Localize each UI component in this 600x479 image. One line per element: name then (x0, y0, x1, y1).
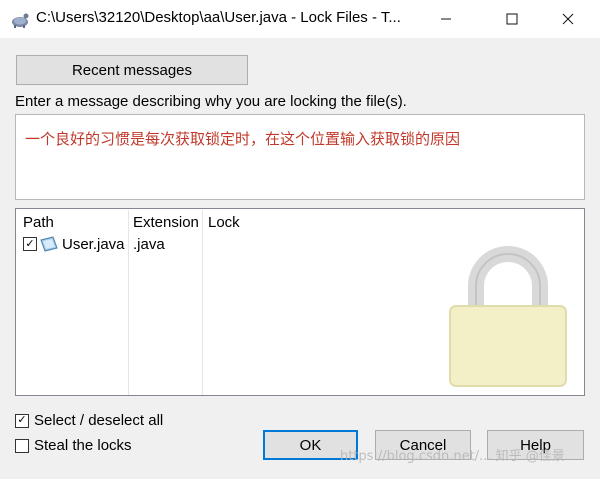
padlock-icon (449, 246, 567, 387)
lock-message-input[interactable]: 一个良好的习惯是每次获取锁定时，在这个位置输入获取锁的原因 (15, 114, 585, 200)
watermark: https://blog.csdn.net/... 知乎 @佳景 (340, 445, 565, 464)
column-divider (202, 210, 203, 395)
column-divider (128, 210, 129, 395)
message-prompt-label: Enter a message describing why you are l… (15, 93, 407, 110)
watermark-url: https://blog.csdn.net/... (340, 449, 492, 464)
steal-locks-option[interactable]: Steal the locks (15, 437, 132, 454)
tortoisesvn-icon (12, 13, 29, 28)
file-row-checkbox[interactable]: ✓ (23, 237, 37, 251)
close-icon (562, 13, 574, 25)
column-header-extension[interactable]: Extension (133, 214, 199, 231)
steal-locks-label[interactable]: Steal the locks (34, 437, 132, 454)
select-all-option[interactable]: ✓ Select / deselect all (15, 412, 163, 429)
select-all-label[interactable]: Select / deselect all (34, 412, 163, 429)
column-header-path[interactable]: Path (23, 214, 54, 231)
minimize-button[interactable] (423, 0, 469, 38)
maximize-icon (506, 13, 518, 25)
minimize-icon (441, 18, 451, 20)
title-bar: C:\Users\32120\Desktop\aa\User.java - Lo… (0, 0, 600, 38)
column-header-lock[interactable]: Lock (208, 214, 240, 231)
java-file-icon (40, 236, 58, 252)
window-title: C:\Users\32120\Desktop\aa\User.java - Lo… (36, 9, 401, 26)
steal-locks-checkbox[interactable] (15, 438, 29, 453)
recent-messages-button[interactable]: Recent messages (16, 55, 248, 85)
watermark-author: 知乎 @佳景 (495, 449, 565, 464)
select-all-checkbox[interactable]: ✓ (15, 413, 29, 428)
file-path-cell[interactable]: User.java (62, 236, 125, 253)
file-list[interactable]: Path Extension Lock ✓ User.java .java (15, 208, 585, 396)
maximize-button[interactable] (489, 0, 535, 38)
file-extension-cell: .java (133, 236, 165, 253)
close-button[interactable] (545, 0, 591, 38)
